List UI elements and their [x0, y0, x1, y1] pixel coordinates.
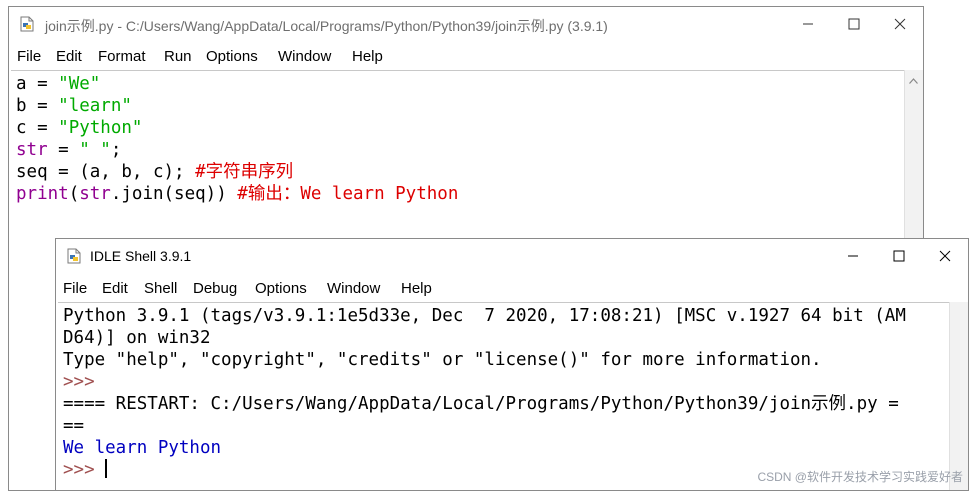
shell-line: We learn Python	[63, 437, 221, 459]
scroll-up-icon[interactable]	[909, 78, 918, 84]
menu-options[interactable]: Options	[206, 48, 258, 65]
python-file-icon	[20, 16, 34, 32]
code-token: (	[68, 184, 80, 204]
code-token: "learn"	[58, 96, 132, 116]
shell-title: IDLE Shell 3.9.1	[90, 248, 192, 264]
shell-line: Type "help", "copyright", "credits" or "…	[63, 349, 822, 371]
shell-token: >>>	[63, 460, 106, 480]
menu-shell[interactable]: Shell	[144, 280, 177, 297]
menu-run[interactable]: Run	[164, 48, 192, 65]
shell-line: ==== RESTART: C:/Users/Wang/AppData/Loca…	[63, 393, 899, 415]
shell-token: D64)] on win32	[63, 328, 211, 348]
code-token: print	[16, 184, 69, 204]
menu-options[interactable]: Options	[255, 280, 307, 297]
menu-edit[interactable]: Edit	[102, 280, 128, 297]
maximize-icon	[848, 18, 860, 30]
menu-help[interactable]: Help	[401, 280, 432, 297]
menu-format[interactable]: Format	[98, 48, 146, 65]
shell-minimize-button[interactable]	[830, 239, 876, 273]
menu-window[interactable]: Window	[278, 48, 331, 65]
shell-text-area[interactable]: Python 3.9.1 (tags/v3.9.1:1e5d33e, Dec 7…	[58, 302, 950, 490]
code-token: b =	[16, 96, 59, 116]
menu-debug[interactable]: Debug	[193, 280, 237, 297]
shell-maximize-button[interactable]	[876, 239, 922, 273]
code-token: ;	[110, 140, 122, 160]
code-token: " "	[79, 140, 111, 160]
code-line: a = "We"	[16, 73, 100, 95]
shell-token: >>>	[63, 372, 106, 392]
menu-window[interactable]: Window	[327, 280, 380, 297]
close-icon	[939, 250, 951, 262]
code-token: a =	[16, 74, 59, 94]
shell-line: Python 3.9.1 (tags/v3.9.1:1e5d33e, Dec 7…	[63, 305, 906, 327]
shell-token: Type "help", "copyright", "credits" or "…	[63, 350, 822, 370]
code-token: =	[47, 140, 80, 160]
code-token: str	[79, 184, 111, 204]
menu-file[interactable]: File	[17, 48, 41, 65]
shell-close-button[interactable]	[922, 239, 968, 273]
menu-file[interactable]: File	[63, 280, 87, 297]
shell-token: We learn Python	[63, 438, 222, 458]
watermark: CSDN @软件开发技术学习实践爱好者	[757, 470, 963, 484]
shell-token: ==== RESTART: C:/Users/Wang/AppData/Loca…	[63, 394, 899, 414]
shell-line: ==	[63, 415, 84, 437]
code-token: str	[16, 140, 48, 160]
minimize-icon	[803, 23, 813, 25]
code-token: "Python"	[58, 118, 143, 138]
code-line: c = "Python"	[16, 117, 142, 139]
code-line: b = "learn"	[16, 95, 132, 117]
shell-window: IDLE Shell 3.9.1 File Edit Shell Debug O…	[55, 238, 969, 491]
shell-line: >>>	[63, 459, 108, 481]
shell-token: ==	[63, 416, 85, 436]
shell-menu-bar: File Edit Shell Debug Options Window Hel…	[56, 275, 968, 301]
code-line: print(str.join(seq)) #输出：We learn Python	[16, 183, 458, 205]
code-line: str = " ";	[16, 139, 121, 161]
code-token: #输出：We learn Python	[237, 184, 459, 204]
shell-scrollbar[interactable]	[949, 302, 968, 490]
code-token: c =	[16, 118, 59, 138]
menu-help[interactable]: Help	[352, 48, 383, 65]
code-token: #字符串序列	[195, 162, 294, 182]
code-token: .join(seq))	[110, 184, 238, 204]
code-token: seq = (a, b, c);	[16, 162, 196, 182]
minimize-button[interactable]	[785, 7, 831, 41]
editor-title-bar[interactable]: join示例.py - C:/Users/Wang/AppData/Local/…	[9, 7, 923, 41]
close-button[interactable]	[877, 7, 923, 41]
text-cursor	[105, 459, 108, 478]
maximize-button[interactable]	[831, 7, 877, 41]
shell-line: >>>	[63, 371, 105, 393]
code-token: "We"	[58, 74, 101, 94]
close-icon	[894, 18, 906, 30]
minimize-icon	[848, 255, 858, 257]
menu-edit[interactable]: Edit	[56, 48, 82, 65]
editor-menu-bar: File Edit Format Run Options Window Help	[9, 43, 923, 69]
maximize-icon	[893, 250, 905, 262]
python-shell-icon	[67, 248, 81, 264]
shell-token: Python 3.9.1 (tags/v3.9.1:1e5d33e, Dec 7…	[63, 306, 906, 326]
shell-title-bar[interactable]: IDLE Shell 3.9.1	[56, 239, 968, 273]
shell-line: D64)] on win32	[63, 327, 211, 349]
editor-title: join示例.py - C:/Users/Wang/AppData/Local/…	[45, 18, 608, 34]
code-line: seq = (a, b, c); #字符串序列	[16, 161, 293, 183]
